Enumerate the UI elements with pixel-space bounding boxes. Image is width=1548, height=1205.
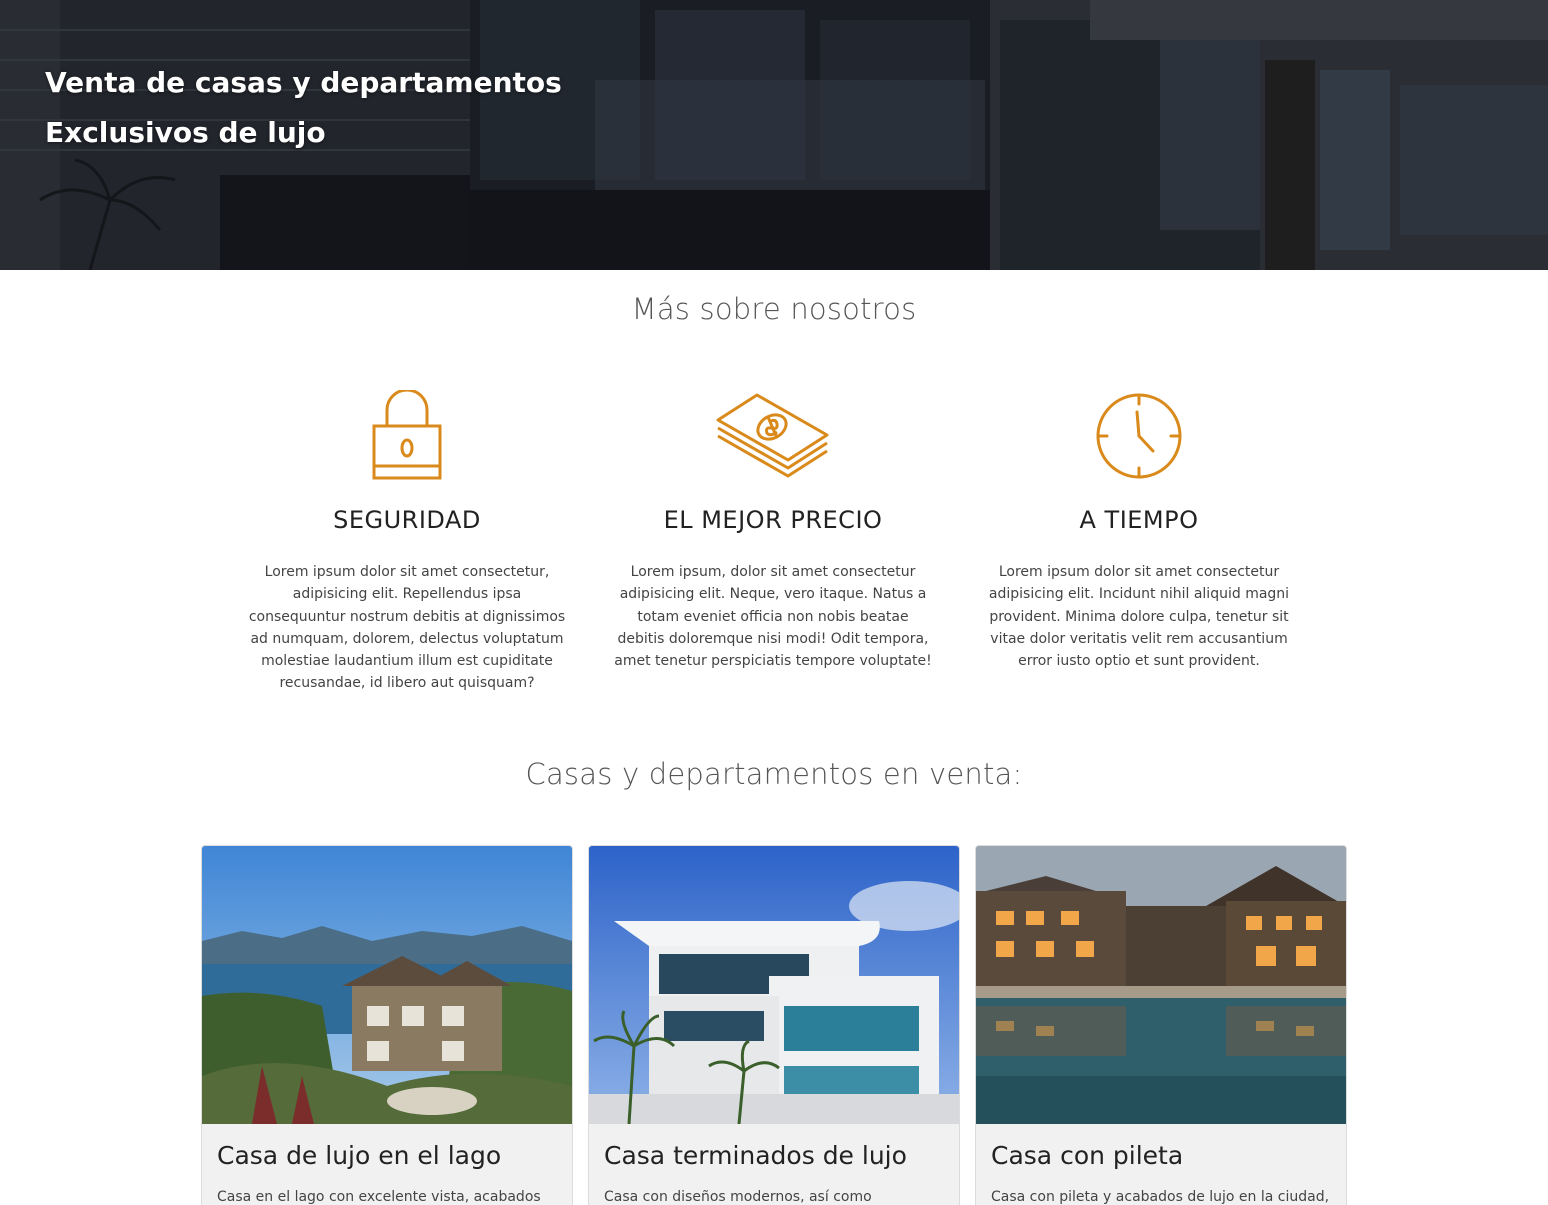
feature-title: EL MEJOR PRECIO xyxy=(663,506,883,534)
hero-line-2: Exclusivos de lujo xyxy=(45,116,326,149)
listing-card-lake-house[interactable]: Casa de lujo en el lago Casa en el lago … xyxy=(201,845,573,1205)
listing-body: Casa con pileta Casa con pileta y acabad… xyxy=(976,1124,1346,1205)
listing-image[interactable] xyxy=(976,846,1346,1124)
listing-image[interactable] xyxy=(589,846,959,1124)
feature-best-price: EL MEJOR PRECIO Lorem ipsum, dolor sit a… xyxy=(612,390,934,672)
feature-text: Lorem ipsum, dolor sit amet consectetur … xyxy=(614,564,932,670)
feature-security: SEGURIDAD Lorem ipsum dolor sit amet con… xyxy=(246,390,568,695)
listing-title[interactable]: Casa terminados de lujo xyxy=(604,1141,944,1170)
hero-banner: Venta de casas y departamentos Exclusivo… xyxy=(0,0,1548,270)
feature-text: Lorem ipsum dolor sit amet consectetur a… xyxy=(988,564,1290,670)
features-row: SEGURIDAD Lorem ipsum dolor sit amet con… xyxy=(246,390,1306,710)
money-stack-icon xyxy=(612,390,934,482)
listing-description: Casa con pileta y acabados de lujo en la… xyxy=(991,1189,1330,1205)
listings-section-title: Casas y departamentos en venta: xyxy=(525,757,1023,791)
listing-description: Casa con diseños modernos, así como tecn… xyxy=(604,1189,872,1205)
hero-line-1: Venta de casas y departamentos xyxy=(45,66,562,99)
feature-text: Lorem ipsum dolor sit amet consectetur, … xyxy=(248,564,566,692)
clock-icon xyxy=(978,390,1300,482)
listing-body: Casa terminados de lujo Casa con diseños… xyxy=(589,1124,959,1205)
listing-card-pool-house[interactable]: Casa con pileta Casa con pileta y acabad… xyxy=(975,845,1347,1205)
listing-title[interactable]: Casa con pileta xyxy=(991,1141,1331,1170)
about-section-title: Más sobre nosotros xyxy=(631,292,917,326)
feature-title: A TIEMPO xyxy=(1079,506,1199,534)
listing-card-modern-house[interactable]: Casa terminados de lujo Casa con diseños… xyxy=(588,845,960,1205)
listing-image[interactable] xyxy=(202,846,572,1124)
listing-title[interactable]: Casa de lujo en el lago xyxy=(217,1141,557,1170)
listing-description: Casa en el lago con excelente vista, aca… xyxy=(217,1189,541,1205)
padlock-icon xyxy=(246,390,568,482)
feature-on-time: A TIEMPO Lorem ipsum dolor sit amet cons… xyxy=(978,390,1300,672)
hero-heading: Venta de casas y departamentos Exclusivo… xyxy=(45,58,562,158)
listing-body: Casa de lujo en el lago Casa en el lago … xyxy=(202,1124,572,1205)
feature-title: SEGURIDAD xyxy=(333,506,481,534)
listings-grid: Casa de lujo en el lago Casa en el lago … xyxy=(201,845,1348,1205)
